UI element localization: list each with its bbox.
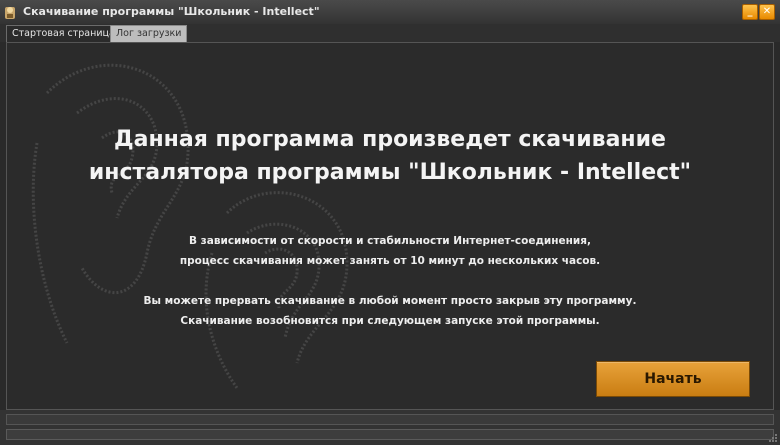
close-button[interactable]: ✕ [759, 4, 775, 20]
info-paragraph-speed: В зависимости от скорости и стабильности… [7, 231, 773, 271]
info-line: процесс скачивания может занять от 10 ми… [179, 255, 601, 267]
download-progress-bar [6, 429, 774, 440]
app-icon [5, 7, 15, 19]
heading-line-1: Данная программа произведет скачивание [114, 127, 666, 152]
resize-grip-icon[interactable] [768, 433, 778, 443]
status-text-field [6, 414, 774, 425]
main-heading: Данная программа произведет скачивание и… [7, 123, 773, 189]
start-download-button[interactable]: Начать скачивание [596, 361, 750, 409]
heading-line-2: инсталятора программы "Школьник - Intell… [88, 160, 692, 185]
info-paragraph-resume: Вы можете прервать скачивание в любой мо… [7, 291, 773, 331]
ear-illustration-icon [31, 63, 349, 389]
minimize-button[interactable]: _ [742, 4, 758, 20]
info-line: В зависимости от скорости и стабильности… [188, 235, 592, 247]
window-title: Скачивание программы "Школьник - Intelle… [23, 5, 320, 18]
tab-start-page[interactable]: Стартовая страница [6, 25, 121, 42]
tab-download-log[interactable]: Лог загрузки [110, 25, 188, 42]
info-line: Скачивание возобновится при следующем за… [180, 315, 600, 327]
start-page-panel: Данная программа произведет скачивание и… [6, 42, 774, 410]
info-line: Вы можете прервать скачивание в любой мо… [143, 295, 637, 307]
status-bar [0, 410, 780, 445]
title-bar[interactable]: Скачивание программы "Школьник - Intelle… [0, 0, 780, 25]
tab-strip: Стартовая страница Лог загрузки [0, 24, 780, 42]
